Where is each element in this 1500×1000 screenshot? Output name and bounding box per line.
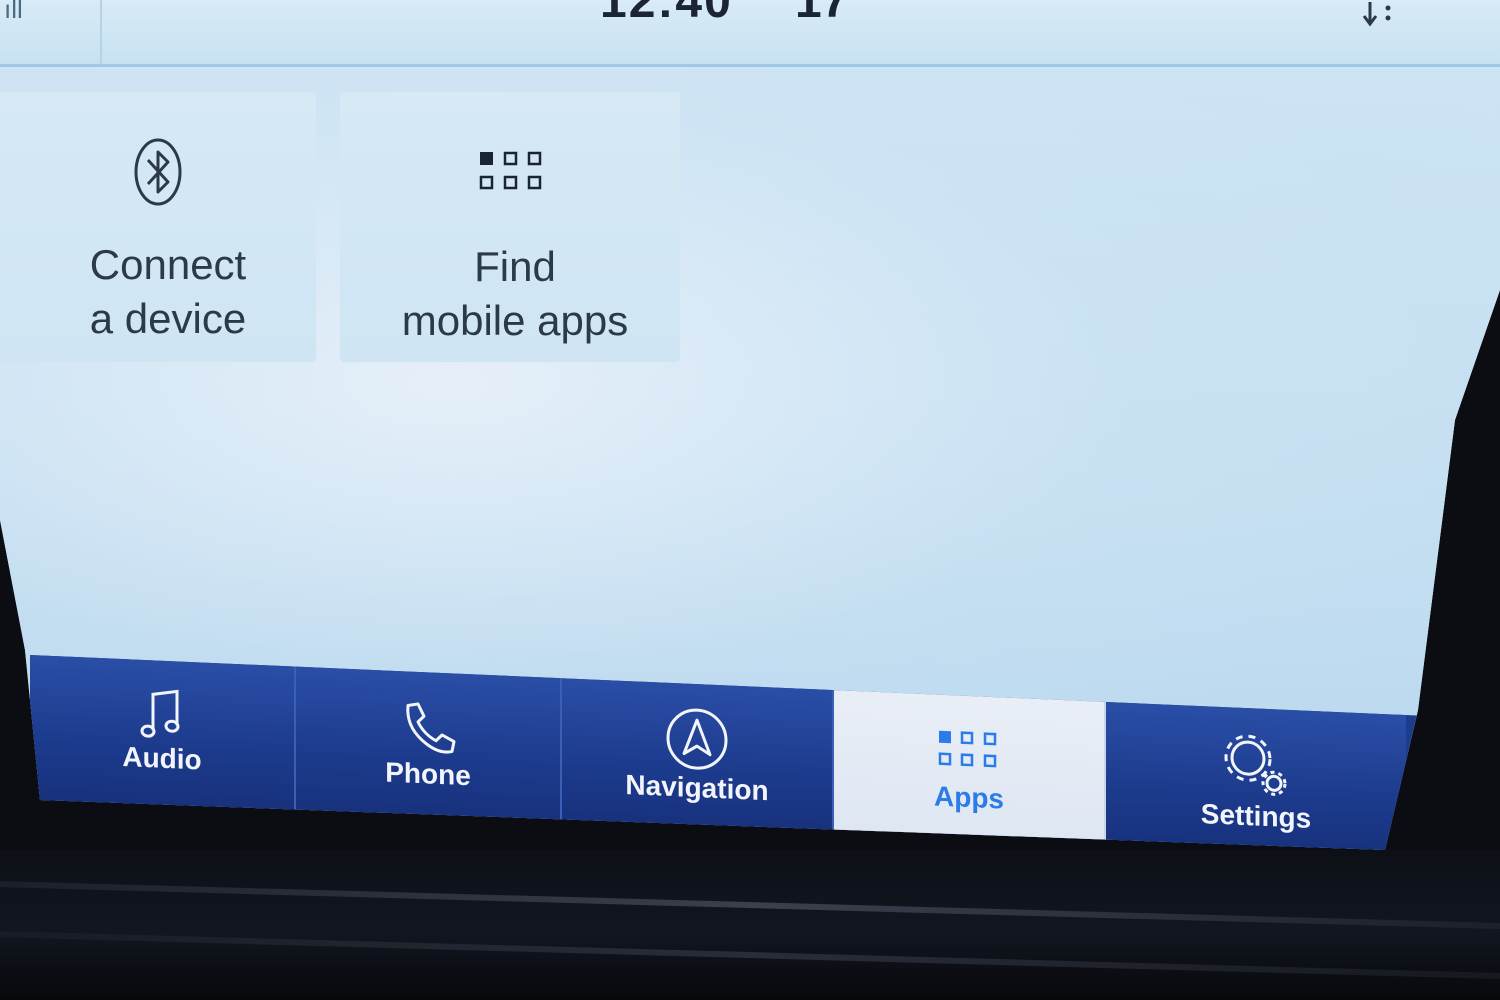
find-mobile-apps-tile[interactable]: Find mobile apps	[340, 92, 680, 362]
nav-audio-label: Audio	[122, 741, 202, 776]
nav-settings[interactable]: Settings	[1106, 701, 1406, 850]
compass-icon	[666, 708, 728, 770]
apps-grid-icon	[938, 730, 997, 768]
bluetooth-icon	[134, 138, 182, 206]
status-left-area: ıll	[0, 0, 102, 64]
nav-navigation-label: Navigation	[625, 768, 769, 807]
nav-apps-label: Apps	[934, 780, 1004, 815]
nav-apps[interactable]: Apps	[834, 690, 1106, 850]
nav-navigation[interactable]: Navigation	[562, 678, 834, 841]
connect-device-tile[interactable]: Connect a device	[0, 92, 316, 362]
nav-phone-label: Phone	[385, 756, 471, 792]
signal-icon: ıll	[4, 0, 23, 24]
connect-device-label: Connect a device	[89, 241, 247, 342]
dashboard-trim-lower	[0, 930, 1500, 981]
phone-icon	[406, 702, 456, 754]
nav-audio[interactable]: Audio	[30, 655, 296, 817]
gear-icon	[1224, 734, 1287, 796]
nav-settings-label: Settings	[1200, 798, 1312, 834]
status-clock: 12:40	[600, 0, 733, 28]
status-temperature: 17	[795, 0, 849, 28]
transfer-arrows-icon	[1362, 2, 1391, 27]
status-bar: ıll 12:40 17	[0, 0, 1500, 67]
dashboard-trim	[0, 880, 1500, 931]
apps-grid-icon	[479, 151, 542, 190]
screen-bezel	[0, 850, 1500, 1000]
nav-phone[interactable]: Phone	[296, 666, 562, 829]
find-mobile-apps-label: Find mobile apps	[401, 243, 629, 344]
music-note-icon	[140, 689, 180, 738]
infotainment-screen: ıll 12:40 17 Connect a device Find mobil…	[0, 0, 1500, 850]
